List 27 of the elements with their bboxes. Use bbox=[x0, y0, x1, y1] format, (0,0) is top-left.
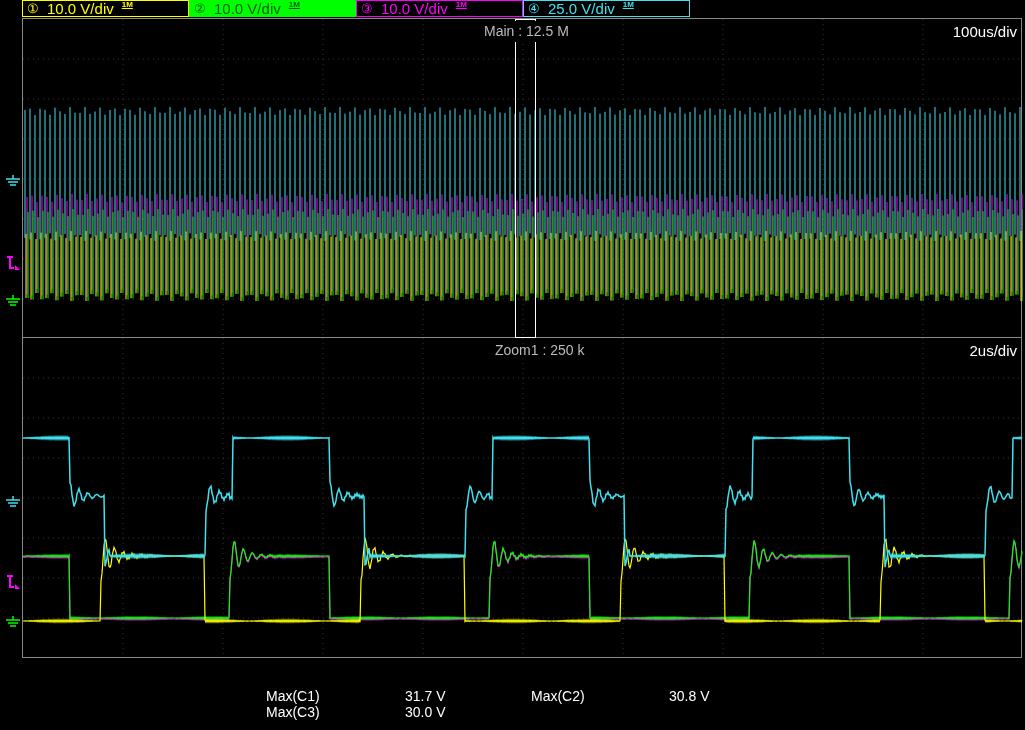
measurement-value: 31.7 V bbox=[405, 688, 447, 704]
ground-marker-icon bbox=[6, 295, 20, 307]
ground-marker-icon bbox=[6, 175, 20, 187]
timebase-label: 2us/div bbox=[969, 341, 1017, 361]
channel-scale: 25.0 V/div bbox=[548, 1, 615, 16]
measurement-value: 30.8 V bbox=[669, 688, 711, 704]
channel-scale: 10.0 V/div bbox=[381, 1, 448, 16]
impedance-label: 1M bbox=[121, 0, 133, 9]
channel-scale: 10.0 V/div bbox=[214, 1, 281, 16]
channel-number: ② bbox=[194, 2, 206, 15]
measurement-value: 30.0 V bbox=[405, 704, 447, 720]
impedance-label: 1M bbox=[622, 0, 634, 9]
ground-marker-icon bbox=[6, 496, 20, 508]
channel-number: ① bbox=[27, 2, 39, 15]
record-length: Zoom1 : 250 k bbox=[495, 341, 585, 360]
channel-scale: 10.0 V/div bbox=[47, 1, 114, 16]
measurement-name: Max(C3) bbox=[266, 704, 321, 720]
impedance-label: 1M bbox=[455, 0, 467, 9]
timebase-label: 100us/div bbox=[952, 22, 1017, 42]
measurement-name: Max(C1) bbox=[266, 688, 321, 704]
trigger-marker-icon bbox=[6, 256, 20, 270]
measurement-name: Max(C2) bbox=[531, 688, 586, 704]
impedance-label: 1M bbox=[288, 0, 300, 9]
channel-number: ④ bbox=[528, 2, 540, 15]
ground-marker-icon bbox=[6, 616, 20, 628]
channel-number: ③ bbox=[361, 2, 373, 15]
trigger-marker-icon bbox=[6, 575, 20, 589]
